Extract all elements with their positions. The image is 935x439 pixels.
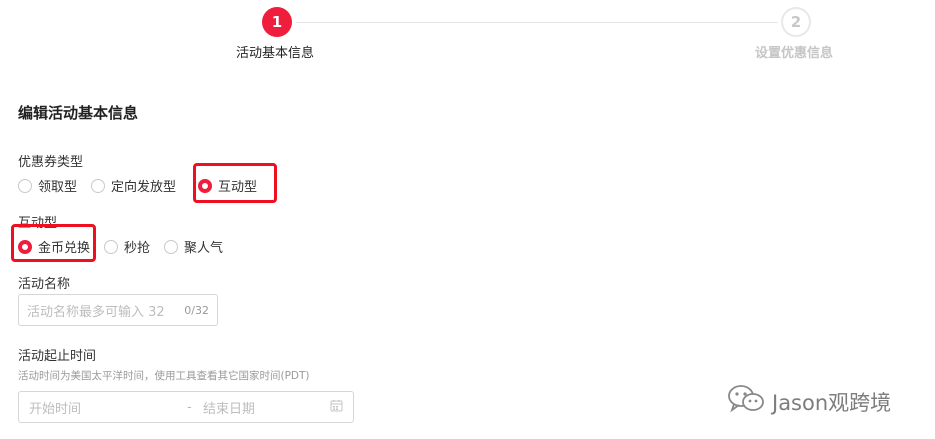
watermark: Jason观跨境 — [726, 384, 891, 419]
step-1-indicator: 1 — [262, 7, 292, 37]
radio-flash-grab[interactable]: 秒抢 — [104, 237, 150, 256]
step-connector-line — [296, 22, 778, 23]
radio-circle-icon — [104, 239, 119, 254]
activity-name-label: 活动名称 — [18, 277, 71, 292]
radio-label: 聚人气 — [184, 241, 224, 256]
date-range-picker[interactable]: 开始时间 - 结束日期 — [18, 391, 354, 423]
character-counter: 0/32 — [184, 303, 209, 317]
step-2-label: 设置优惠信息 — [755, 46, 834, 61]
radio-claim-type[interactable]: 领取型 — [18, 176, 77, 195]
section-title: 编辑活动基本信息 — [18, 104, 139, 122]
highlight-annotation-box — [11, 224, 96, 262]
activity-time-hint: 活动时间为美国太平洋时间，使用工具查看其它国家时间(PDT) — [18, 370, 310, 382]
calendar-icon — [330, 399, 343, 416]
coupon-type-label: 优惠券类型 — [18, 155, 84, 170]
start-date-input[interactable]: 开始时间 — [29, 398, 187, 417]
radio-label: 秒抢 — [124, 241, 151, 256]
activity-name-placeholder: 活动名称最多可输入 32 — [27, 304, 165, 320]
radio-targeted-type[interactable]: 定向发放型 — [91, 176, 176, 195]
highlight-annotation-box — [193, 163, 277, 203]
radio-circle-icon — [18, 178, 32, 193]
radio-circle-icon — [91, 178, 106, 193]
radio-circle-icon — [164, 239, 179, 254]
date-separator: - — [187, 399, 192, 415]
radio-label: 领取型 — [38, 180, 78, 195]
activity-name-input[interactable]: 活动名称最多可输入 32 0/32 — [18, 294, 218, 326]
wechat-icon — [726, 384, 766, 419]
radio-label: 定向发放型 — [111, 180, 177, 195]
activity-time-label: 活动起止时间 — [18, 349, 97, 364]
step-2-indicator: 2 — [781, 7, 811, 37]
end-date-input[interactable]: 结束日期 — [203, 398, 330, 417]
step-1-label: 活动基本信息 — [236, 46, 315, 61]
watermark-text: Jason观跨境 — [772, 390, 892, 415]
radio-gather-popularity[interactable]: 聚人气 — [164, 237, 223, 256]
